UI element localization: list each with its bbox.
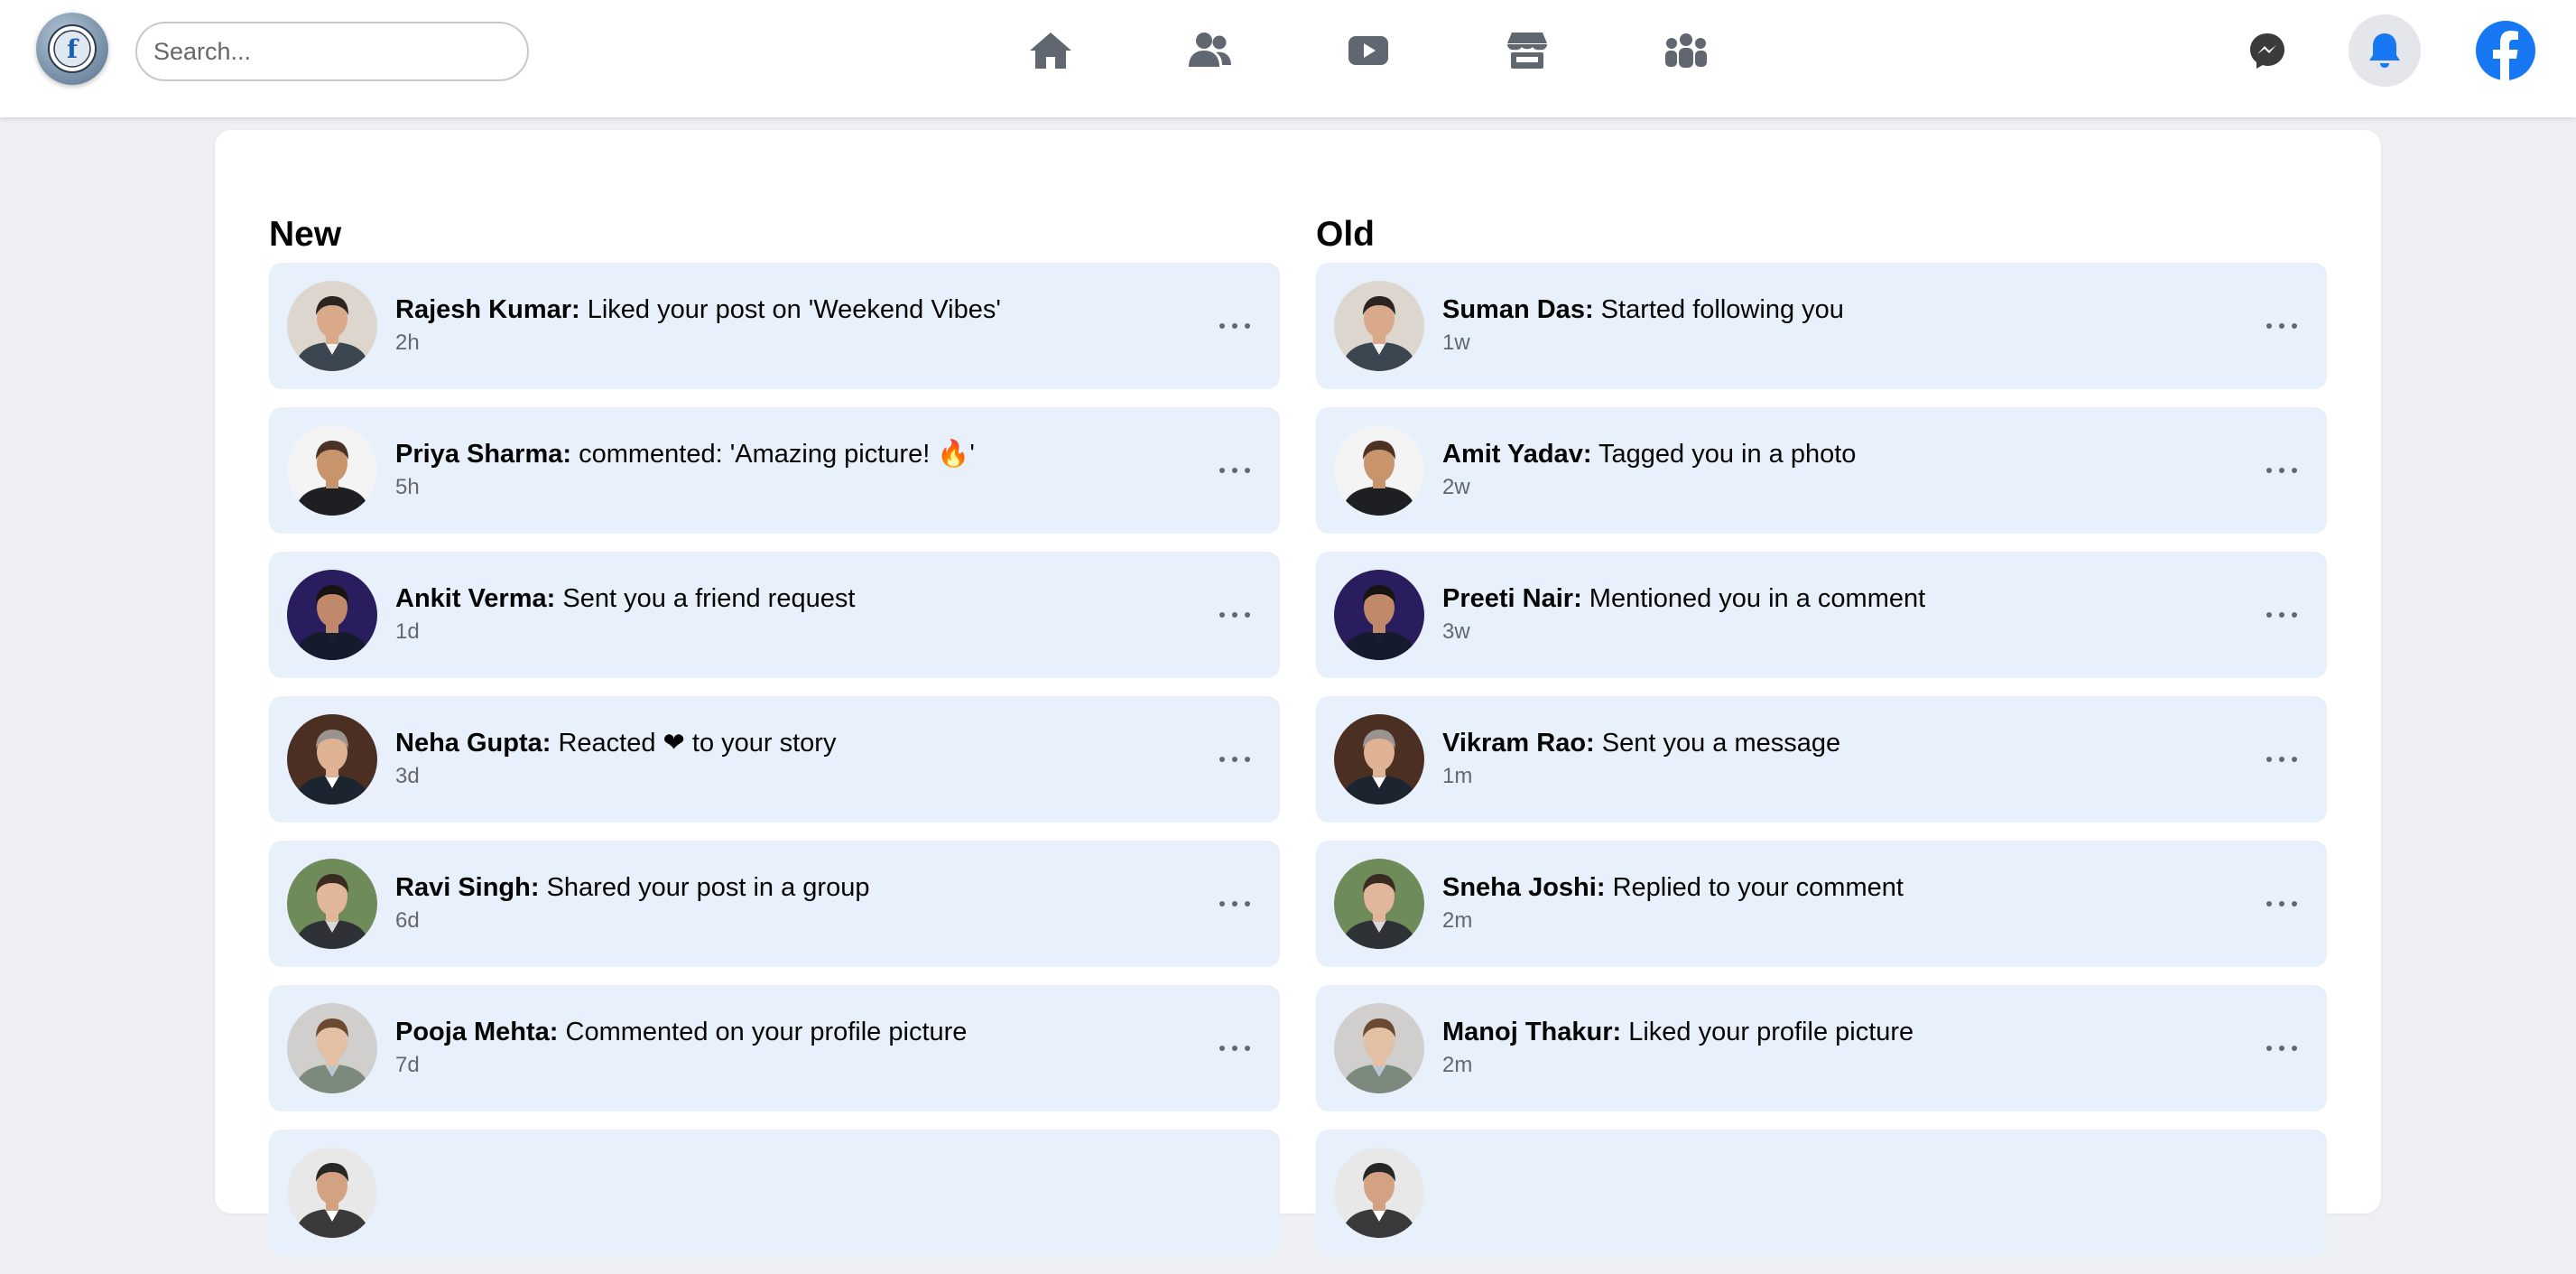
- app-logo[interactable]: f: [36, 13, 108, 85]
- notification-user-name: Vikram Rao:: [1442, 729, 1595, 758]
- notification-text: Liked your profile picture: [1628, 1018, 1914, 1046]
- messenger-icon[interactable]: [2231, 14, 2303, 87]
- more-options-icon[interactable]: [2255, 1030, 2309, 1066]
- section-title: New: [269, 215, 342, 254]
- notification-time: 2m: [1442, 1053, 1473, 1077]
- avatar: [287, 859, 377, 949]
- notification-item[interactable]: Manoj Thakur: Liked your profile picture…: [1316, 985, 2327, 1111]
- notification-time: 3w: [1442, 619, 1470, 644]
- more-options-icon[interactable]: [1208, 1030, 1262, 1066]
- notification-text: Replied to your comment: [1612, 873, 1904, 902]
- notification-item[interactable]: [269, 1130, 1280, 1256]
- notification-time: 3d: [395, 764, 420, 788]
- more-options-icon[interactable]: [2255, 886, 2309, 922]
- notification-user-name: Priya Sharma:: [395, 440, 572, 469]
- section-title: Old: [1316, 215, 1375, 254]
- notification-time: 5h: [395, 475, 420, 499]
- more-options-icon[interactable]: [2255, 741, 2309, 777]
- notification-text: Tagged you in a photo: [1598, 440, 1857, 469]
- facebook-profile-icon[interactable]: [2469, 14, 2542, 87]
- notification-text: Started following you: [1600, 295, 1844, 324]
- avatar: [287, 570, 377, 660]
- notification-item[interactable]: [1316, 1130, 2327, 1256]
- old-notifications-section: Old Suman Das: Started following you 1w …: [1316, 207, 2327, 1274]
- avatar: [1334, 859, 1424, 949]
- notification-text: Reacted ❤ to your story: [558, 729, 837, 758]
- notification-item[interactable]: Rajesh Kumar: Liked your post on 'Weeken…: [269, 263, 1280, 389]
- avatar: [1334, 1003, 1424, 1093]
- friends-icon[interactable]: [1177, 23, 1242, 78]
- notification-text: Sent you a message: [1601, 729, 1841, 758]
- more-options-icon[interactable]: [1208, 308, 1262, 344]
- notification-item[interactable]: Ankit Verma: Sent you a friend request 1…: [269, 552, 1280, 678]
- notification-user-name: Suman Das:: [1442, 295, 1594, 324]
- notification-text: Commented on your profile picture: [565, 1018, 968, 1046]
- notification-text: Shared your post in a group: [546, 873, 870, 902]
- notification-time: 1d: [395, 619, 420, 644]
- more-options-icon[interactable]: [2255, 308, 2309, 344]
- notification-time: 2w: [1442, 475, 1470, 499]
- notification-user-name: Neha Gupta:: [395, 729, 551, 758]
- more-options-icon[interactable]: [1208, 452, 1262, 488]
- avatar: [1334, 714, 1424, 804]
- notification-time: 1w: [1442, 330, 1470, 355]
- notification-time: 2h: [395, 330, 420, 355]
- notification-user-name: Ankit Verma:: [395, 584, 556, 613]
- notification-text: commented: 'Amazing picture! 🔥': [579, 440, 975, 469]
- notification-user-name: Manoj Thakur:: [1442, 1018, 1622, 1046]
- notification-list: Suman Das: Started following you 1w Amit…: [1316, 263, 2327, 1256]
- avatar: [287, 1003, 377, 1093]
- notifications-panel: New Rajesh Kumar: Liked your post on 'We…: [215, 130, 2381, 1256]
- more-options-icon[interactable]: [1208, 597, 1262, 633]
- notification-user-name: Ravi Singh:: [395, 873, 540, 902]
- more-options-icon[interactable]: [2255, 452, 2309, 488]
- notification-item[interactable]: Preeti Nair: Mentioned you in a comment …: [1316, 552, 2327, 678]
- notification-user-name: Sneha Joshi:: [1442, 873, 1606, 902]
- notification-text: Sent you a friend request: [562, 584, 856, 613]
- notification-list: Rajesh Kumar: Liked your post on 'Weeken…: [269, 263, 1280, 1256]
- new-notifications-section: New Rajesh Kumar: Liked your post on 'We…: [269, 207, 1280, 1274]
- groups-icon[interactable]: [1654, 23, 1719, 78]
- more-options-icon[interactable]: [1208, 741, 1262, 777]
- notification-user-name: Rajesh Kumar:: [395, 295, 580, 324]
- avatar: [1334, 281, 1424, 371]
- app-logo-icon: f: [48, 24, 97, 73]
- notification-user-name: Amit Yadav:: [1442, 440, 1592, 469]
- more-options-icon[interactable]: [1208, 886, 1262, 922]
- notification-time: 7d: [395, 1053, 420, 1077]
- avatar: [287, 425, 377, 516]
- notification-time: 1m: [1442, 764, 1473, 788]
- more-options-icon[interactable]: [2255, 597, 2309, 633]
- marketplace-icon[interactable]: [1495, 23, 1560, 78]
- notification-item[interactable]: Pooja Mehta: Commented on your profile p…: [269, 985, 1280, 1111]
- search-input[interactable]: [135, 22, 529, 81]
- avatar: [1334, 570, 1424, 660]
- notification-text: Mentioned you in a comment: [1589, 584, 1926, 613]
- notification-item[interactable]: Amit Yadav: Tagged you in a photo 2w: [1316, 407, 2327, 534]
- notification-text: Liked your post on 'Weekend Vibes': [587, 295, 1001, 324]
- notification-item[interactable]: Sneha Joshi: Replied to your comment 2m: [1316, 841, 2327, 967]
- notification-item[interactable]: Suman Das: Started following you 1w: [1316, 263, 2327, 389]
- home-icon[interactable]: [1018, 23, 1083, 78]
- avatar: [287, 281, 377, 371]
- notification-item[interactable]: Vikram Rao: Sent you a message 1m: [1316, 696, 2327, 823]
- notification-user-name: Preeti Nair:: [1442, 584, 1582, 613]
- notification-time: 6d: [395, 908, 420, 933]
- notification-item[interactable]: Priya Sharma: commented: 'Amazing pictur…: [269, 407, 1280, 534]
- avatar: [1334, 425, 1424, 516]
- avatar: [1334, 1148, 1424, 1238]
- video-icon[interactable]: [1336, 23, 1401, 78]
- notification-item[interactable]: Ravi Singh: Shared your post in a group …: [269, 841, 1280, 967]
- svg-text:f: f: [67, 34, 79, 64]
- notifications-icon[interactable]: [2349, 14, 2421, 87]
- top-navigation-bar: f: [0, 0, 2576, 117]
- notification-item[interactable]: Neha Gupta: Reacted ❤ to your story 3d: [269, 696, 1280, 823]
- notification-time: 2m: [1442, 908, 1473, 933]
- avatar: [287, 1148, 377, 1238]
- notification-user-name: Pooja Mehta:: [395, 1018, 559, 1046]
- avatar: [287, 714, 377, 804]
